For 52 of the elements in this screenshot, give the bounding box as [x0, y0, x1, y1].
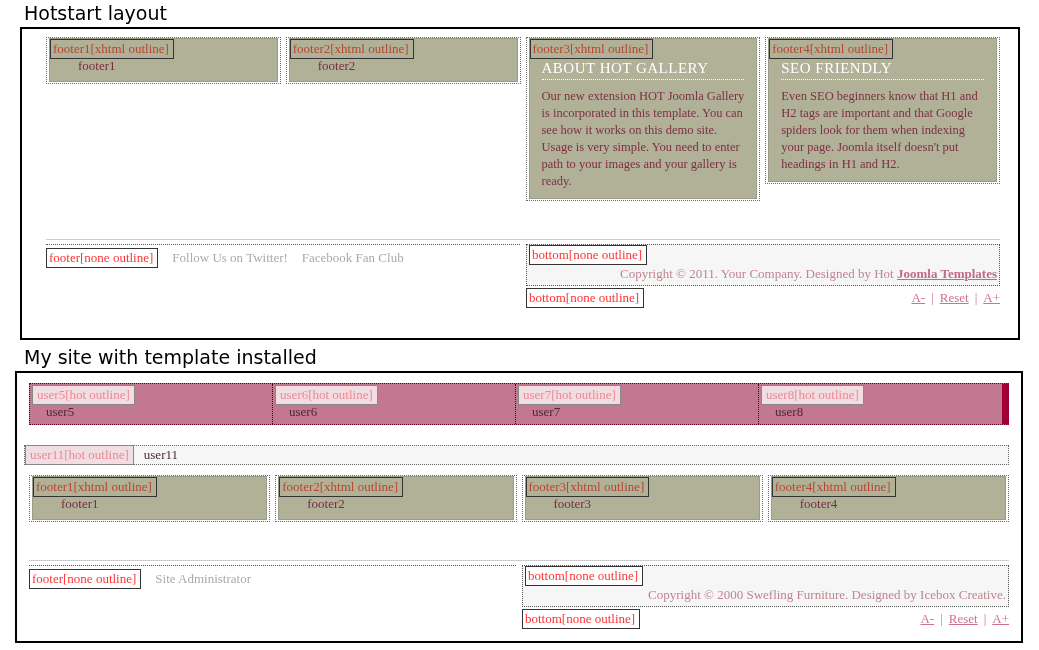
font-size-link[interactable]: Reset	[939, 290, 969, 306]
module-outline-label: user6[hot outline]	[275, 385, 378, 405]
font-size-link[interactable]: A+	[992, 611, 1009, 627]
module-outline-label: footer1[xhtml outline]	[33, 477, 157, 497]
module-name: user6	[288, 405, 319, 419]
separator: |	[983, 611, 987, 627]
module-name: footer4	[798, 497, 839, 511]
module-name: footer2	[306, 497, 346, 511]
module-outline-label: user11[hot outline]	[25, 445, 134, 465]
module-outline-label: footer[none outline]	[29, 569, 142, 589]
module-outline-label: footer4[xhtml outline]	[769, 39, 894, 59]
module-outline-label: footer3[xhtml outline]	[525, 477, 650, 497]
module-name: user7	[531, 405, 562, 419]
module-outline-label: user5[hot outline]	[32, 385, 135, 405]
module-heading: SEO FRIENDLY	[781, 60, 984, 80]
module-outline-label: bottom[none outline]	[525, 566, 644, 586]
module-outline-label: footer[none outline]	[46, 248, 159, 268]
templates-link[interactable]: Joomla Templates	[896, 266, 997, 281]
module-name: footer3	[552, 497, 593, 511]
copyright-text: Copyright © 2011. Your Company. Designed by Hot Joomla Templates	[620, 265, 997, 282]
section-title: My site with template installed	[24, 345, 317, 369]
separator: |	[940, 611, 943, 627]
module-name: footer2	[316, 59, 357, 73]
footer-link[interactable]: Follow Us on Twitter!	[172, 250, 288, 266]
module-text: Even SEO beginners know that H1 and H2 tags are important and that Google spiders look for them when indexing your page. Joomla itself doesn't put headings in H1 and H2.	[781, 88, 979, 173]
module-name: user5	[45, 405, 76, 419]
font-size-link[interactable]: A+	[983, 290, 1000, 306]
module-outline-label: footer1[xhtml outline]	[50, 39, 174, 59]
module-outline-label: user7[hot outline]	[518, 385, 621, 405]
module-outline-label: user8[hot outline]	[761, 385, 864, 405]
separator: |	[974, 290, 978, 306]
module-name: footer1	[60, 497, 100, 511]
module-outline-label: footer3[xhtml outline]	[529, 39, 654, 59]
module-name: user8	[774, 405, 805, 419]
font-size-link[interactable]: Reset	[948, 611, 978, 627]
copyright-text: Copyright © 2000 Swefling Furniture. Designed by Icebox Creative.	[648, 586, 1006, 603]
separator: |	[931, 290, 934, 306]
module-text: Our new extension HOT Joomla Gallery is incorporated in this template. You can see how it works on this demo site. Usage is very simple. You need to enter path to your images and your gallery is ready.	[541, 88, 746, 190]
module-outline-label: bottom[none outline]	[526, 288, 645, 308]
font-size-link[interactable]: A-	[920, 611, 935, 627]
module-outline-label: footer2[xhtml outline]	[289, 39, 414, 59]
module-outline-label: bottom[none outline]	[522, 609, 641, 629]
module-outline-label: footer2[xhtml outline]	[279, 477, 404, 497]
module-name: user11	[143, 448, 178, 462]
font-size-link[interactable]: A-	[911, 290, 926, 306]
footer-link[interactable]: Site Administrator	[155, 571, 252, 587]
module-heading: ABOUT HOT GALLERY	[541, 60, 745, 80]
module-outline-label: footer4[xhtml outline]	[771, 477, 896, 497]
module-outline-label: bottom[none outline]	[529, 245, 648, 265]
footer-link[interactable]: Facebook Fan Club	[301, 250, 404, 266]
section-title: Hotstart layout	[24, 1, 167, 25]
module-name: footer1	[77, 59, 117, 73]
